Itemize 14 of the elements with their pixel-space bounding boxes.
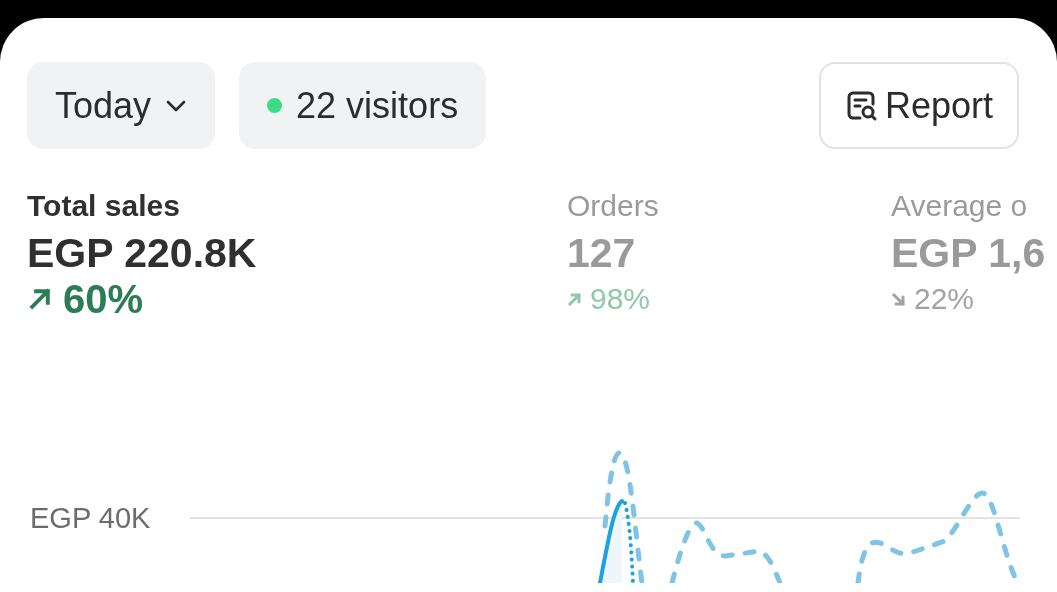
date-filter-dropdown[interactable]: Today (27, 62, 216, 149)
metric-change: 98% (590, 281, 651, 317)
metric-label: Average o (891, 189, 1029, 223)
metric-value: EGP 1,6 (891, 229, 1047, 277)
y-axis-label: EGP 40K (29, 501, 152, 536)
metric-label: Total sales (27, 189, 181, 223)
metric-label: Orders (567, 189, 660, 223)
visitors-badge: 22 visitors (239, 62, 487, 149)
metric-value: 127 (567, 229, 637, 277)
metric-value: EGP 220.8K (27, 229, 258, 277)
metric-change: 22% (914, 281, 975, 317)
metric-change: 60% (63, 277, 144, 321)
report-button[interactable]: Report (818, 62, 1019, 149)
chevron-down-icon (165, 98, 188, 113)
